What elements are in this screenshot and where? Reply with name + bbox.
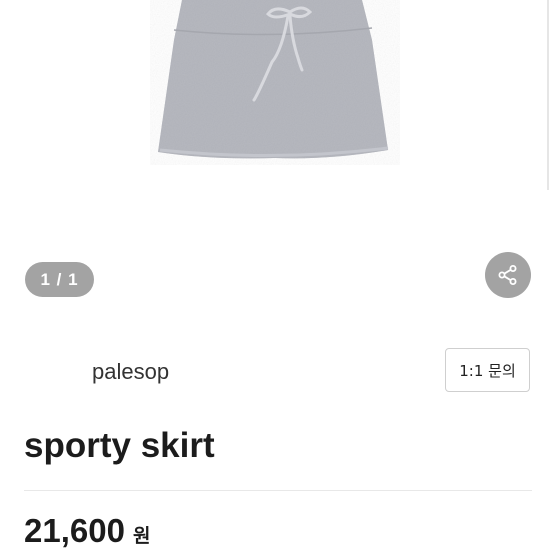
share-button[interactable] [485, 252, 531, 298]
price-currency: 원 [132, 525, 151, 547]
image-pager-indicator: 1 / 1 [25, 262, 94, 297]
seller-name[interactable]: palesop [92, 359, 169, 385]
product-image [158, 0, 389, 159]
inquiry-button[interactable]: 1:1 문의 [445, 348, 530, 392]
scrollbar [547, 0, 549, 190]
divider [24, 490, 532, 491]
price-row: 21,600 원 [24, 512, 150, 550]
product-title: sporty skirt [24, 426, 215, 465]
share-icon [498, 265, 517, 285]
product-price: 21,600 [24, 512, 125, 549]
